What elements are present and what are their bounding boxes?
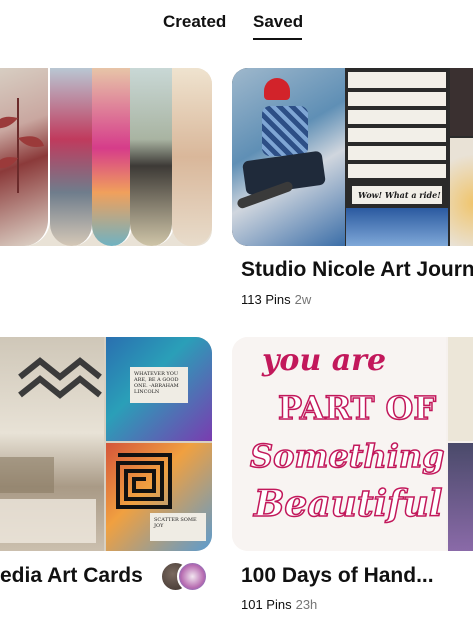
pin-count: 113 Pins — [241, 292, 291, 307]
quote-strip — [348, 128, 446, 142]
journal-right-page: Wow! What a ride! — [346, 68, 448, 246]
tab-saved[interactable]: Saved — [253, 12, 303, 32]
cover-side-image — [448, 443, 473, 551]
board-cover-mixed-media[interactable] — [0, 68, 212, 246]
leaf-art-icon — [0, 98, 44, 193]
quote-strip: Wow! What a ride! — [352, 186, 442, 204]
quote-strip — [348, 146, 446, 160]
cover-side-image — [448, 337, 473, 441]
quote-strip — [348, 110, 446, 124]
cover-side-image — [450, 138, 473, 246]
collaborator-avatar[interactable] — [177, 561, 208, 592]
quote-strip — [348, 92, 446, 106]
board-title[interactable]: 100 Days of Hand... — [241, 564, 434, 588]
board-cover-art-cards[interactable]: WHATEVER YOU ARE, BE A GOOD ONE. -ABRAHA… — [0, 337, 212, 551]
card-quote-text: SCATTER SOME JOY — [154, 517, 197, 529]
cover-side-image: WHATEVER YOU ARE, BE A GOOD ONE. -ABRAHA… — [106, 337, 212, 441]
chevron-pattern-icon — [0, 357, 102, 543]
cover-quote-text: Wow! What a ride! — [358, 190, 441, 200]
art-card: SCATTER SOME JOY — [150, 513, 206, 541]
profile-tabs: Created Saved — [0, 12, 473, 44]
board-meta: 101 Pins 23h — [241, 597, 317, 612]
paint-splash — [346, 208, 448, 246]
quote-strip — [348, 164, 446, 178]
lettering-line: PART OF — [277, 388, 437, 428]
quote-strip — [348, 72, 446, 88]
board-meta: 113 Pins 2w — [241, 292, 311, 307]
board-title[interactable]: edia Art Cards — [0, 564, 143, 588]
board-cover-studio-nicole[interactable]: Wow! What a ride! — [232, 68, 473, 246]
cover-image-strip — [172, 68, 212, 246]
lettering-line: Something — [249, 436, 445, 476]
art-card: WHATEVER YOU ARE, BE A GOOD ONE. -ABRAHA… — [130, 367, 188, 403]
lettering-line: Beautiful — [253, 482, 443, 526]
cover-image-strip — [130, 68, 174, 246]
cover-main-image: you are PART OF Something Beautiful — [232, 337, 446, 551]
active-tab-indicator — [253, 38, 302, 40]
cover-side-image: SCATTER SOME JOY — [106, 443, 212, 551]
board-title[interactable]: Studio Nicole Art Journ — [241, 258, 473, 282]
maze-pattern-icon — [116, 453, 172, 509]
skater-body — [262, 106, 308, 156]
updated-time: 2w — [294, 292, 312, 307]
updated-time: 23h — [295, 597, 318, 612]
tab-created[interactable]: Created — [163, 12, 226, 32]
card-quote-text: WHATEVER YOU ARE, BE A GOOD ONE. -ABRAHA… — [134, 371, 179, 395]
pin-count: 101 Pins — [241, 597, 292, 612]
board-cover-hand-lettering[interactable]: you are PART OF Something Beautiful — [232, 337, 473, 551]
journal-left-page — [232, 68, 345, 246]
cover-image-strip — [50, 68, 94, 246]
lettering-line: you are — [262, 343, 387, 378]
cover-main-image — [0, 337, 104, 551]
cover-side-image — [450, 68, 473, 136]
skater-helmet — [264, 78, 290, 100]
cover-image-strip — [92, 68, 132, 246]
